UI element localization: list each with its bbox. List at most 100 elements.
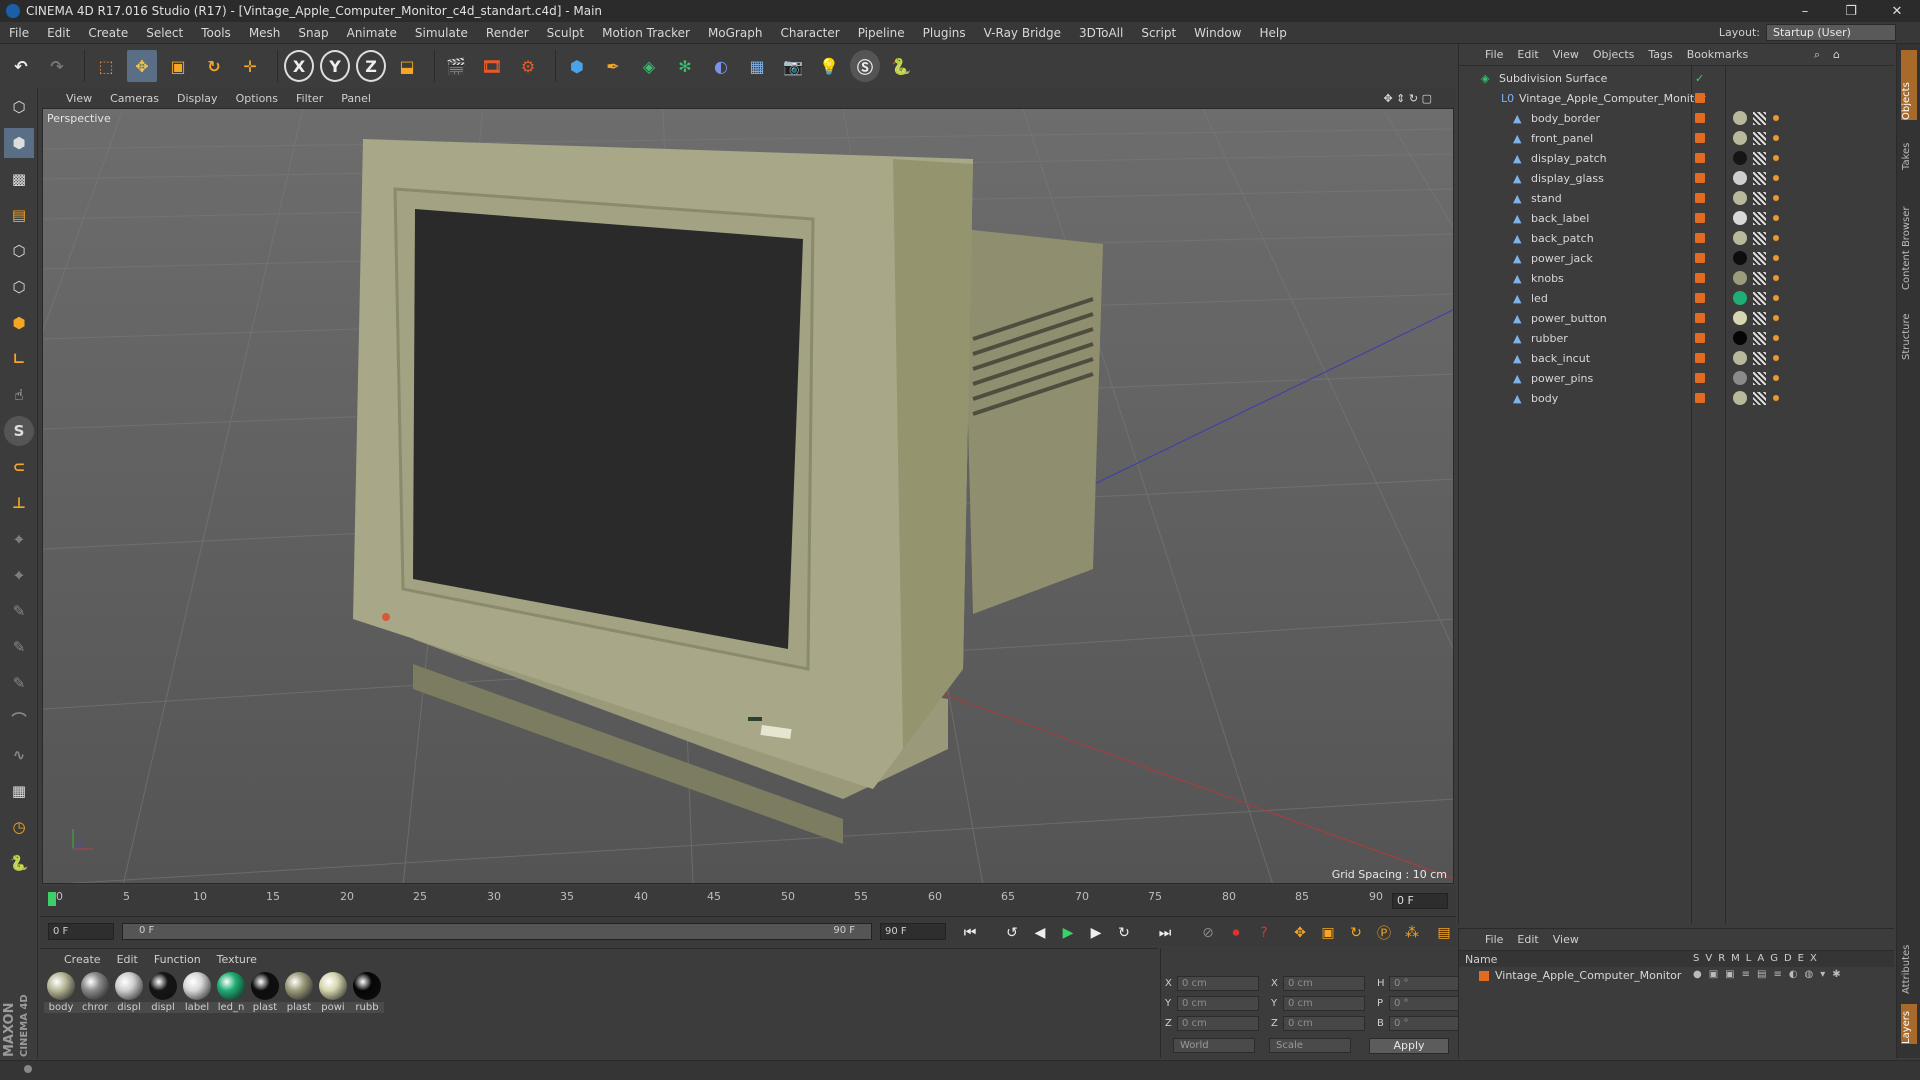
scale-tool-icon[interactable]: ▣ bbox=[163, 50, 193, 82]
cloner-icon[interactable]: ✻ bbox=[670, 50, 700, 82]
phong-tag-icon[interactable] bbox=[1773, 215, 1779, 221]
layers-menu-edit[interactable]: Edit bbox=[1517, 933, 1538, 946]
material-tag-icon[interactable] bbox=[1733, 351, 1747, 365]
size-x-field[interactable]: 0 cm bbox=[1283, 976, 1365, 991]
layer-color-dot[interactable] bbox=[1695, 373, 1705, 383]
menu-help[interactable]: Help bbox=[1250, 26, 1295, 40]
phong-tag-icon[interactable] bbox=[1773, 135, 1779, 141]
menu-3dtoall[interactable]: 3DToAll bbox=[1070, 26, 1132, 40]
texture-tag-icon[interactable] bbox=[1753, 311, 1766, 325]
texture-mode-icon[interactable]: ▩ bbox=[4, 164, 34, 194]
material-tag-icon[interactable] bbox=[1733, 211, 1747, 225]
material-menu-edit[interactable]: Edit bbox=[117, 953, 138, 966]
layer-toggle-icons[interactable]: ●▣▣≡▤≡◐◍▾✱ bbox=[1693, 969, 1848, 980]
parameter-key-icon[interactable]: Ⓟ bbox=[1373, 922, 1395, 944]
material-tag-icon[interactable] bbox=[1733, 191, 1747, 205]
phong-tag-icon[interactable] bbox=[1773, 335, 1779, 341]
viewport-menu-filter[interactable]: Filter bbox=[296, 92, 323, 105]
python-icon[interactable]: 🐍 bbox=[886, 50, 916, 82]
material-tag-icon[interactable] bbox=[1733, 251, 1747, 265]
menu-animate[interactable]: Animate bbox=[338, 26, 406, 40]
size-mode-dropdown[interactable]: Scale bbox=[1269, 1038, 1351, 1053]
menu-script[interactable]: Script bbox=[1132, 26, 1185, 40]
menu-select[interactable]: Select bbox=[137, 26, 192, 40]
menu-mesh[interactable]: Mesh bbox=[240, 26, 290, 40]
menu-file[interactable]: File bbox=[0, 26, 38, 40]
menu-sculpt[interactable]: Sculpt bbox=[538, 26, 593, 40]
layer-color-dot[interactable] bbox=[1695, 253, 1705, 263]
phong-tag-icon[interactable] bbox=[1773, 375, 1779, 381]
move-tool-icon[interactable]: ✥ bbox=[127, 50, 157, 82]
object-row[interactable]: ◈ Subdivision Surface ✓ bbox=[1459, 68, 1895, 88]
layer-row[interactable]: Vintage_Apple_Computer_Monitor ●▣▣≡▤≡◐◍▾… bbox=[1459, 967, 1894, 985]
workplane-mode-icon[interactable]: ▤ bbox=[4, 200, 34, 230]
viewport-nav-icons[interactable]: ✥ ⇕ ↻ ▢ bbox=[1383, 92, 1432, 105]
menu-edit[interactable]: Edit bbox=[38, 26, 79, 40]
material-swatch[interactable]: led_n bbox=[214, 972, 248, 1013]
current-frame-field[interactable]: 0 F bbox=[1392, 893, 1448, 909]
smooth-icon[interactable]: ∿ bbox=[4, 740, 34, 770]
material-swatch[interactable]: plast bbox=[248, 972, 282, 1013]
phong-tag-icon[interactable] bbox=[1773, 195, 1779, 201]
object-row[interactable]: ▲ stand bbox=[1459, 188, 1895, 208]
objects-menu-view[interactable]: View bbox=[1553, 48, 1579, 61]
keyframe-selection-icon[interactable]: ? bbox=[1253, 922, 1275, 944]
menu-window[interactable]: Window bbox=[1185, 26, 1250, 40]
layer-color-dot[interactable] bbox=[1695, 213, 1705, 223]
end-frame-field[interactable]: 90 F bbox=[880, 923, 946, 940]
phong-tag-icon[interactable] bbox=[1773, 395, 1779, 401]
object-manager-home-icon[interactable]: ⌂ bbox=[1833, 48, 1840, 61]
position-x-field[interactable]: 0 cm bbox=[1177, 976, 1259, 991]
layer-color-dot[interactable] bbox=[1695, 313, 1705, 323]
material-tag-icon[interactable] bbox=[1733, 151, 1747, 165]
material-tag-icon[interactable] bbox=[1733, 391, 1747, 405]
texture-tag-icon[interactable] bbox=[1753, 371, 1766, 385]
menu-character[interactable]: Character bbox=[771, 26, 848, 40]
object-row[interactable]: ▲ power_button bbox=[1459, 308, 1895, 328]
start-frame-field[interactable]: 0 F bbox=[48, 923, 114, 940]
menu-motion-tracker[interactable]: Motion Tracker bbox=[593, 26, 699, 40]
brush-b-icon[interactable]: ✎ bbox=[4, 632, 34, 662]
position-z-field[interactable]: 0 cm bbox=[1177, 1016, 1259, 1031]
layer-color-dot[interactable] bbox=[1695, 293, 1705, 303]
objects-menu-tags[interactable]: Tags bbox=[1648, 48, 1672, 61]
tweak-mode-icon[interactable]: ☝ bbox=[4, 380, 34, 410]
texture-tag-icon[interactable] bbox=[1753, 111, 1766, 125]
python-script-icon[interactable]: 🐍 bbox=[4, 848, 34, 878]
y-axis-lock-button[interactable]: Y bbox=[320, 50, 350, 82]
object-row[interactable]: ▲ front_panel bbox=[1459, 128, 1895, 148]
material-swatch[interactable]: plast bbox=[282, 972, 316, 1013]
object-manager-search-icon[interactable]: ⌕ bbox=[1814, 48, 1820, 62]
axis-mode-icon[interactable]: ∟ bbox=[4, 344, 34, 374]
tab-takes[interactable]: Takes bbox=[1901, 130, 1917, 170]
live-selection-icon[interactable]: ⬚ bbox=[91, 50, 121, 82]
maximize-button[interactable]: ❐ bbox=[1828, 0, 1874, 22]
tab-structure[interactable]: Structure bbox=[1901, 300, 1917, 360]
rotate-tool-icon[interactable]: ↻ bbox=[199, 50, 229, 82]
menu-simulate[interactable]: Simulate bbox=[406, 26, 477, 40]
record-active-icon[interactable]: ⊘ bbox=[1197, 922, 1219, 944]
texture-tag-icon[interactable] bbox=[1753, 191, 1766, 205]
perspective-viewport[interactable]: Perspective Grid Spacing : 10 cm bbox=[42, 108, 1454, 884]
layer-color-dot[interactable] bbox=[1695, 353, 1705, 363]
viewport-menu-cameras[interactable]: Cameras bbox=[110, 92, 159, 105]
lock-workplane-icon[interactable]: ⌖ bbox=[4, 560, 34, 590]
position-y-field[interactable]: 0 cm bbox=[1177, 996, 1259, 1011]
minimize-button[interactable]: – bbox=[1782, 0, 1828, 22]
size-z-field[interactable]: 0 cm bbox=[1283, 1016, 1365, 1031]
recent-tool-icon[interactable]: ✛ bbox=[235, 50, 265, 82]
material-menu-function[interactable]: Function bbox=[154, 953, 201, 966]
material-swatch[interactable]: body bbox=[44, 972, 78, 1013]
texture-tag-icon[interactable] bbox=[1753, 171, 1766, 185]
tab-objects[interactable]: Objects bbox=[1901, 50, 1917, 120]
phong-tag-icon[interactable] bbox=[1773, 275, 1779, 281]
go-to-end-icon[interactable]: ⏭ bbox=[1154, 922, 1176, 944]
texture-tag-icon[interactable] bbox=[1753, 251, 1766, 265]
layout-dropdown[interactable]: Startup (User) bbox=[1766, 24, 1896, 41]
texture-tag-icon[interactable] bbox=[1753, 351, 1766, 365]
polygons-mode-icon[interactable]: ⬢ bbox=[4, 308, 34, 338]
model-mode-icon[interactable]: ⬢ bbox=[4, 128, 34, 158]
redo-icon[interactable]: ↷ bbox=[42, 50, 72, 82]
object-row[interactable]: ▲ display_glass bbox=[1459, 168, 1895, 188]
previous-frame-icon[interactable]: ◀ bbox=[1029, 922, 1051, 944]
